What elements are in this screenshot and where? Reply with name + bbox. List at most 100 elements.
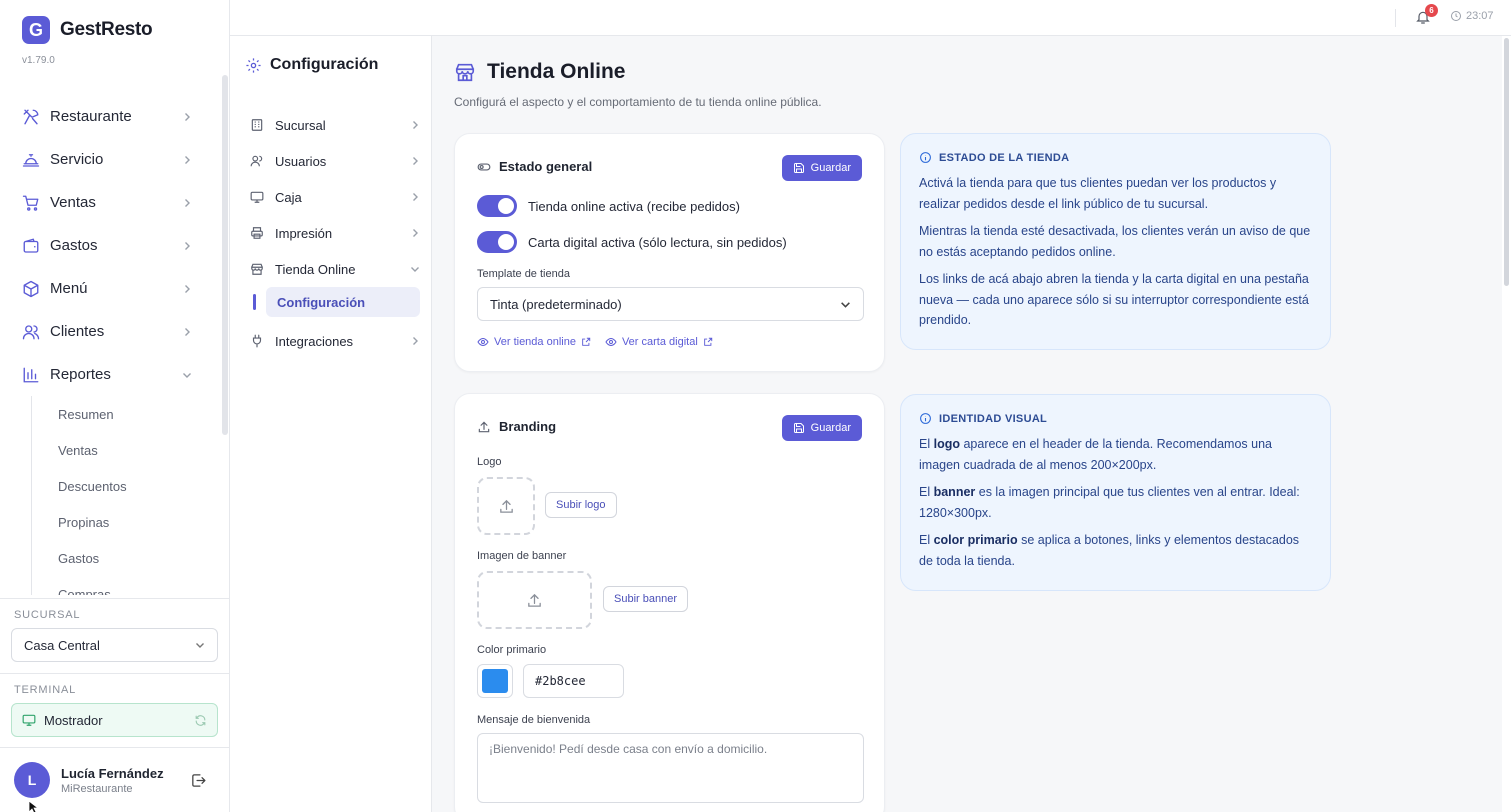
text-bold: color primario — [933, 533, 1018, 547]
color-hex-input[interactable]: #2b8cee — [523, 664, 624, 698]
monitor-icon — [22, 713, 36, 727]
banner-upload-area[interactable] — [477, 571, 592, 629]
info-title-text: ESTADO DE LA TIENDA — [939, 151, 1070, 164]
subnav-item-descuentos[interactable]: Descuentos — [32, 468, 222, 504]
config-item-integraciones[interactable]: Integraciones — [250, 323, 420, 359]
sidebar-item-label: Ventas — [50, 194, 96, 211]
scrollbar-thumb[interactable] — [1504, 38, 1509, 286]
sucursal-label: SUCURSAL — [14, 609, 81, 621]
save-icon — [793, 422, 805, 434]
tienda-activa-toggle[interactable] — [477, 195, 517, 217]
config-item-label: Impresión — [275, 225, 333, 241]
save-icon — [793, 162, 805, 174]
text-bold: banner — [933, 485, 976, 499]
info-estado-tienda: ESTADO DE LA TIENDA Activá la tienda par… — [900, 133, 1331, 350]
carta-activa-row: Carta digital activa (sólo lectura, sin … — [477, 231, 787, 253]
subnav-item-ventas[interactable]: Ventas — [32, 432, 222, 468]
printer-icon — [250, 226, 265, 240]
save-button[interactable]: Guardar — [781, 415, 862, 441]
banner-label: Imagen de banner — [477, 550, 567, 562]
main-sidebar: G GestResto v1.79.0 Restaurante Servicio… — [0, 0, 230, 812]
external-link-icon — [703, 337, 713, 347]
info-paragraph: Los links de acá abajo abren la tienda y… — [919, 272, 1309, 327]
terminal-select[interactable]: Mostrador — [11, 703, 218, 737]
brand[interactable]: G GestResto — [22, 16, 153, 44]
upload-banner-button[interactable]: Subir banner — [603, 586, 688, 612]
upload-logo-button[interactable]: Subir logo — [545, 492, 617, 518]
user-name: Lucía Fernández — [61, 765, 164, 781]
sidebar-item-ventas[interactable]: Ventas — [0, 181, 222, 224]
logo-upload-area[interactable] — [477, 477, 535, 535]
subnav-item-resumen[interactable]: Resumen — [32, 396, 222, 432]
avatar[interactable]: L — [14, 762, 50, 798]
box-icon — [22, 280, 40, 298]
external-link-icon — [581, 337, 591, 347]
chevron-right-icon — [185, 112, 190, 121]
app-name: GestResto — [60, 19, 153, 40]
sidebar-item-label: Menú — [50, 280, 88, 297]
chevron-right-icon — [410, 228, 420, 238]
color-picker[interactable] — [477, 664, 513, 698]
user-org: MiRestaurante — [61, 782, 133, 795]
chevron-right-icon — [410, 156, 420, 166]
sidebar-item-clientes[interactable]: Clientes — [0, 310, 222, 353]
card-header: Estado general — [477, 159, 592, 174]
sidebar-item-label: Gastos — [50, 237, 98, 254]
app-version: v1.79.0 — [22, 55, 55, 66]
template-select[interactable]: Tinta (predeterminado) — [477, 287, 864, 321]
logout-icon[interactable] — [190, 772, 207, 789]
ver-carta-link[interactable]: Ver carta digital — [605, 336, 713, 348]
sidebar-item-reportes[interactable]: Reportes — [0, 353, 222, 396]
info-icon — [919, 412, 932, 425]
sucursal-select[interactable]: Casa Central — [11, 628, 218, 662]
text-post: es la imagen principal que tus clientes … — [919, 485, 1300, 520]
info-title: ESTADO DE LA TIENDA — [919, 151, 1312, 164]
tienda-activa-row: Tienda online activa (recibe pedidos) — [477, 195, 740, 217]
store-icon — [454, 61, 476, 83]
ver-tienda-link[interactable]: Ver tienda online — [477, 336, 591, 348]
ver-carta-label: Ver carta digital — [621, 336, 698, 348]
plug-icon — [250, 334, 265, 348]
sidebar-scrollbar[interactable] — [222, 75, 228, 435]
subnav-item-compras[interactable]: Compras — [32, 576, 222, 596]
text-bold: logo — [933, 437, 960, 451]
logo-label: Logo — [477, 456, 502, 468]
text-pre: El — [919, 485, 934, 499]
welcome-message-textarea[interactable]: ¡Bienvenido! Pedí desde casa con envío a… — [477, 733, 864, 803]
save-button[interactable]: Guardar — [781, 155, 862, 181]
config-subitem-configuracion[interactable]: Configuración — [253, 287, 420, 317]
sidebar-item-restaurante[interactable]: Restaurante — [0, 95, 222, 138]
estado-general-card: Estado general Guardar Tienda online act… — [454, 133, 885, 372]
branding-card: Branding Guardar Logo Subir logo Imagen … — [454, 393, 885, 812]
topbar-divider — [1395, 9, 1396, 27]
toggle-icon — [477, 160, 491, 174]
gear-icon — [245, 57, 262, 74]
main-scrollbar[interactable] — [1502, 36, 1511, 812]
sidebar-item-gastos[interactable]: Gastos — [0, 224, 222, 267]
sucursal-section: SUCURSAL Casa Central — [0, 598, 229, 662]
info-identidad-visual: IDENTIDAD VISUAL El logo aparece en el h… — [900, 394, 1331, 591]
chevron-right-icon — [185, 284, 190, 293]
save-label: Guardar — [810, 422, 851, 434]
config-item-sucursal[interactable]: Sucursal — [250, 107, 420, 143]
subnav-item-gastos[interactable]: Gastos — [32, 540, 222, 576]
user-info: Lucía Fernández MiRestaurante — [61, 766, 190, 795]
chevron-down-icon — [196, 643, 204, 648]
refresh-icon[interactable] — [194, 714, 207, 727]
mouse-cursor-icon — [28, 800, 40, 812]
config-item-caja[interactable]: Caja — [250, 179, 420, 215]
notification-badge: 6 — [1425, 4, 1438, 17]
links-row: Ver tienda online Ver carta digital — [477, 336, 713, 348]
config-item-impresion[interactable]: Impresión — [250, 215, 420, 251]
chevron-right-icon — [410, 192, 420, 202]
subnav-item-propinas[interactable]: Propinas — [32, 504, 222, 540]
carta-activa-toggle[interactable] — [477, 231, 517, 253]
topbar: 6 23:07 — [230, 0, 1511, 36]
terminal-section: TERMINAL Mostrador — [0, 673, 229, 737]
config-item-tienda-online[interactable]: Tienda Online — [250, 251, 420, 287]
config-item-usuarios[interactable]: Usuarios — [250, 143, 420, 179]
page-title: Tienda Online — [454, 60, 625, 84]
app-logo-icon: G — [22, 16, 50, 44]
sidebar-item-menu[interactable]: Menú — [0, 267, 222, 310]
sidebar-item-servicio[interactable]: Servicio — [0, 138, 222, 181]
